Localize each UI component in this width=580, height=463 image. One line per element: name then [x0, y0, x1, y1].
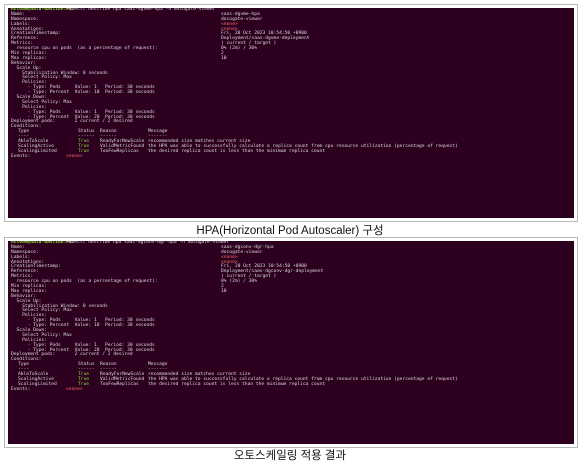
- events-line: Events: <none>: [8, 153, 574, 160]
- field-key: Events:: [11, 153, 31, 159]
- screenshot-frame-autoscaling-result: ncloud@natu-bastion:~$ kubectl describe h…: [4, 237, 578, 448]
- terminal-window[interactable]: ncloud@natu-bastion:~$ kubectl describe h…: [8, 241, 574, 444]
- events-line: Events: <none>: [8, 386, 574, 393]
- figure-caption: HPA(Horizontal Pod Autoscaler) 구성: [196, 225, 384, 237]
- screenshot-frame-hpa-config: ncloud@natu-bastion:~$ kubectl describe h…: [4, 4, 578, 222]
- figure-caption: 오토스케일링 적용 결과: [233, 450, 347, 462]
- field-value: <none>: [66, 153, 83, 159]
- terminal-window[interactable]: ncloud@natu-bastion:~$ kubectl describe h…: [8, 8, 574, 218]
- field-value: <none>: [66, 386, 83, 392]
- field-key: Events:: [11, 386, 31, 392]
